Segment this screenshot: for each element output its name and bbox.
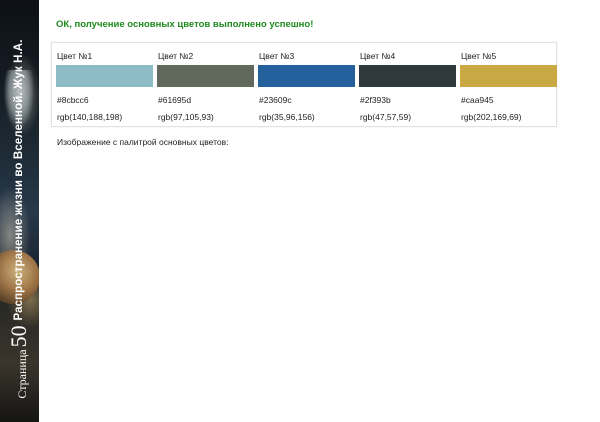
swatch-hex-value: #2f393b <box>360 95 391 105</box>
swatch-hex-value: #caa945 <box>461 95 494 105</box>
swatch-color-box <box>359 65 456 87</box>
swatch-rgb-value: rgb(47,57,59) <box>360 112 412 122</box>
page-number: 50 <box>6 325 31 348</box>
color-palette-panel: Цвет №1 #8cbcc6 rgb(140,188,198) Цвет №2… <box>51 42 557 127</box>
swatch-hex-value: #8cbcc6 <box>57 95 89 105</box>
swatch-column-4: Цвет №4 #2f393b rgb(47,57,59) <box>359 43 457 128</box>
swatch-color-box <box>258 65 355 87</box>
swatch-color-box <box>56 65 153 87</box>
swatch-name: Цвет №5 <box>461 51 497 61</box>
swatch-column-3: Цвет №3 #23609c rgb(35,96,156) <box>258 43 356 128</box>
page-word: Страница <box>15 349 29 399</box>
swatch-name: Цвет №4 <box>360 51 396 61</box>
swatch-name: Цвет №2 <box>158 51 194 61</box>
swatch-column-5: Цвет №5 #caa945 rgb(202,169,69) <box>460 43 558 128</box>
swatch-color-box <box>157 65 254 87</box>
swatch-name: Цвет №1 <box>57 51 93 61</box>
swatch-name: Цвет №3 <box>259 51 295 61</box>
swatch-hex-value: #23609c <box>259 95 292 105</box>
swatch-color-box <box>460 65 557 87</box>
book-title: Распространение жизни во Вселенной. Жук … <box>13 39 25 321</box>
swatch-hex-value: #61695d <box>158 95 192 105</box>
palette-image-caption: Изображение с палитрой основных цветов: <box>57 137 229 147</box>
side-decorative-strip: Распространение жизни во Вселенной. Жук … <box>0 0 39 422</box>
page-number-label: Страница50 <box>6 325 32 398</box>
swatch-rgb-value: rgb(202,169,69) <box>461 112 522 122</box>
swatch-column-1: Цвет №1 #8cbcc6 rgb(140,188,198) <box>56 43 154 128</box>
swatch-rgb-value: rgb(35,96,156) <box>259 112 315 122</box>
swatch-rgb-value: rgb(140,188,198) <box>57 112 123 122</box>
swatch-rgb-value: rgb(97,105,93) <box>158 112 214 122</box>
success-message: ОК, получение основных цветов выполнено … <box>56 19 314 30</box>
swatch-column-2: Цвет №2 #61695d rgb(97,105,93) <box>157 43 255 128</box>
